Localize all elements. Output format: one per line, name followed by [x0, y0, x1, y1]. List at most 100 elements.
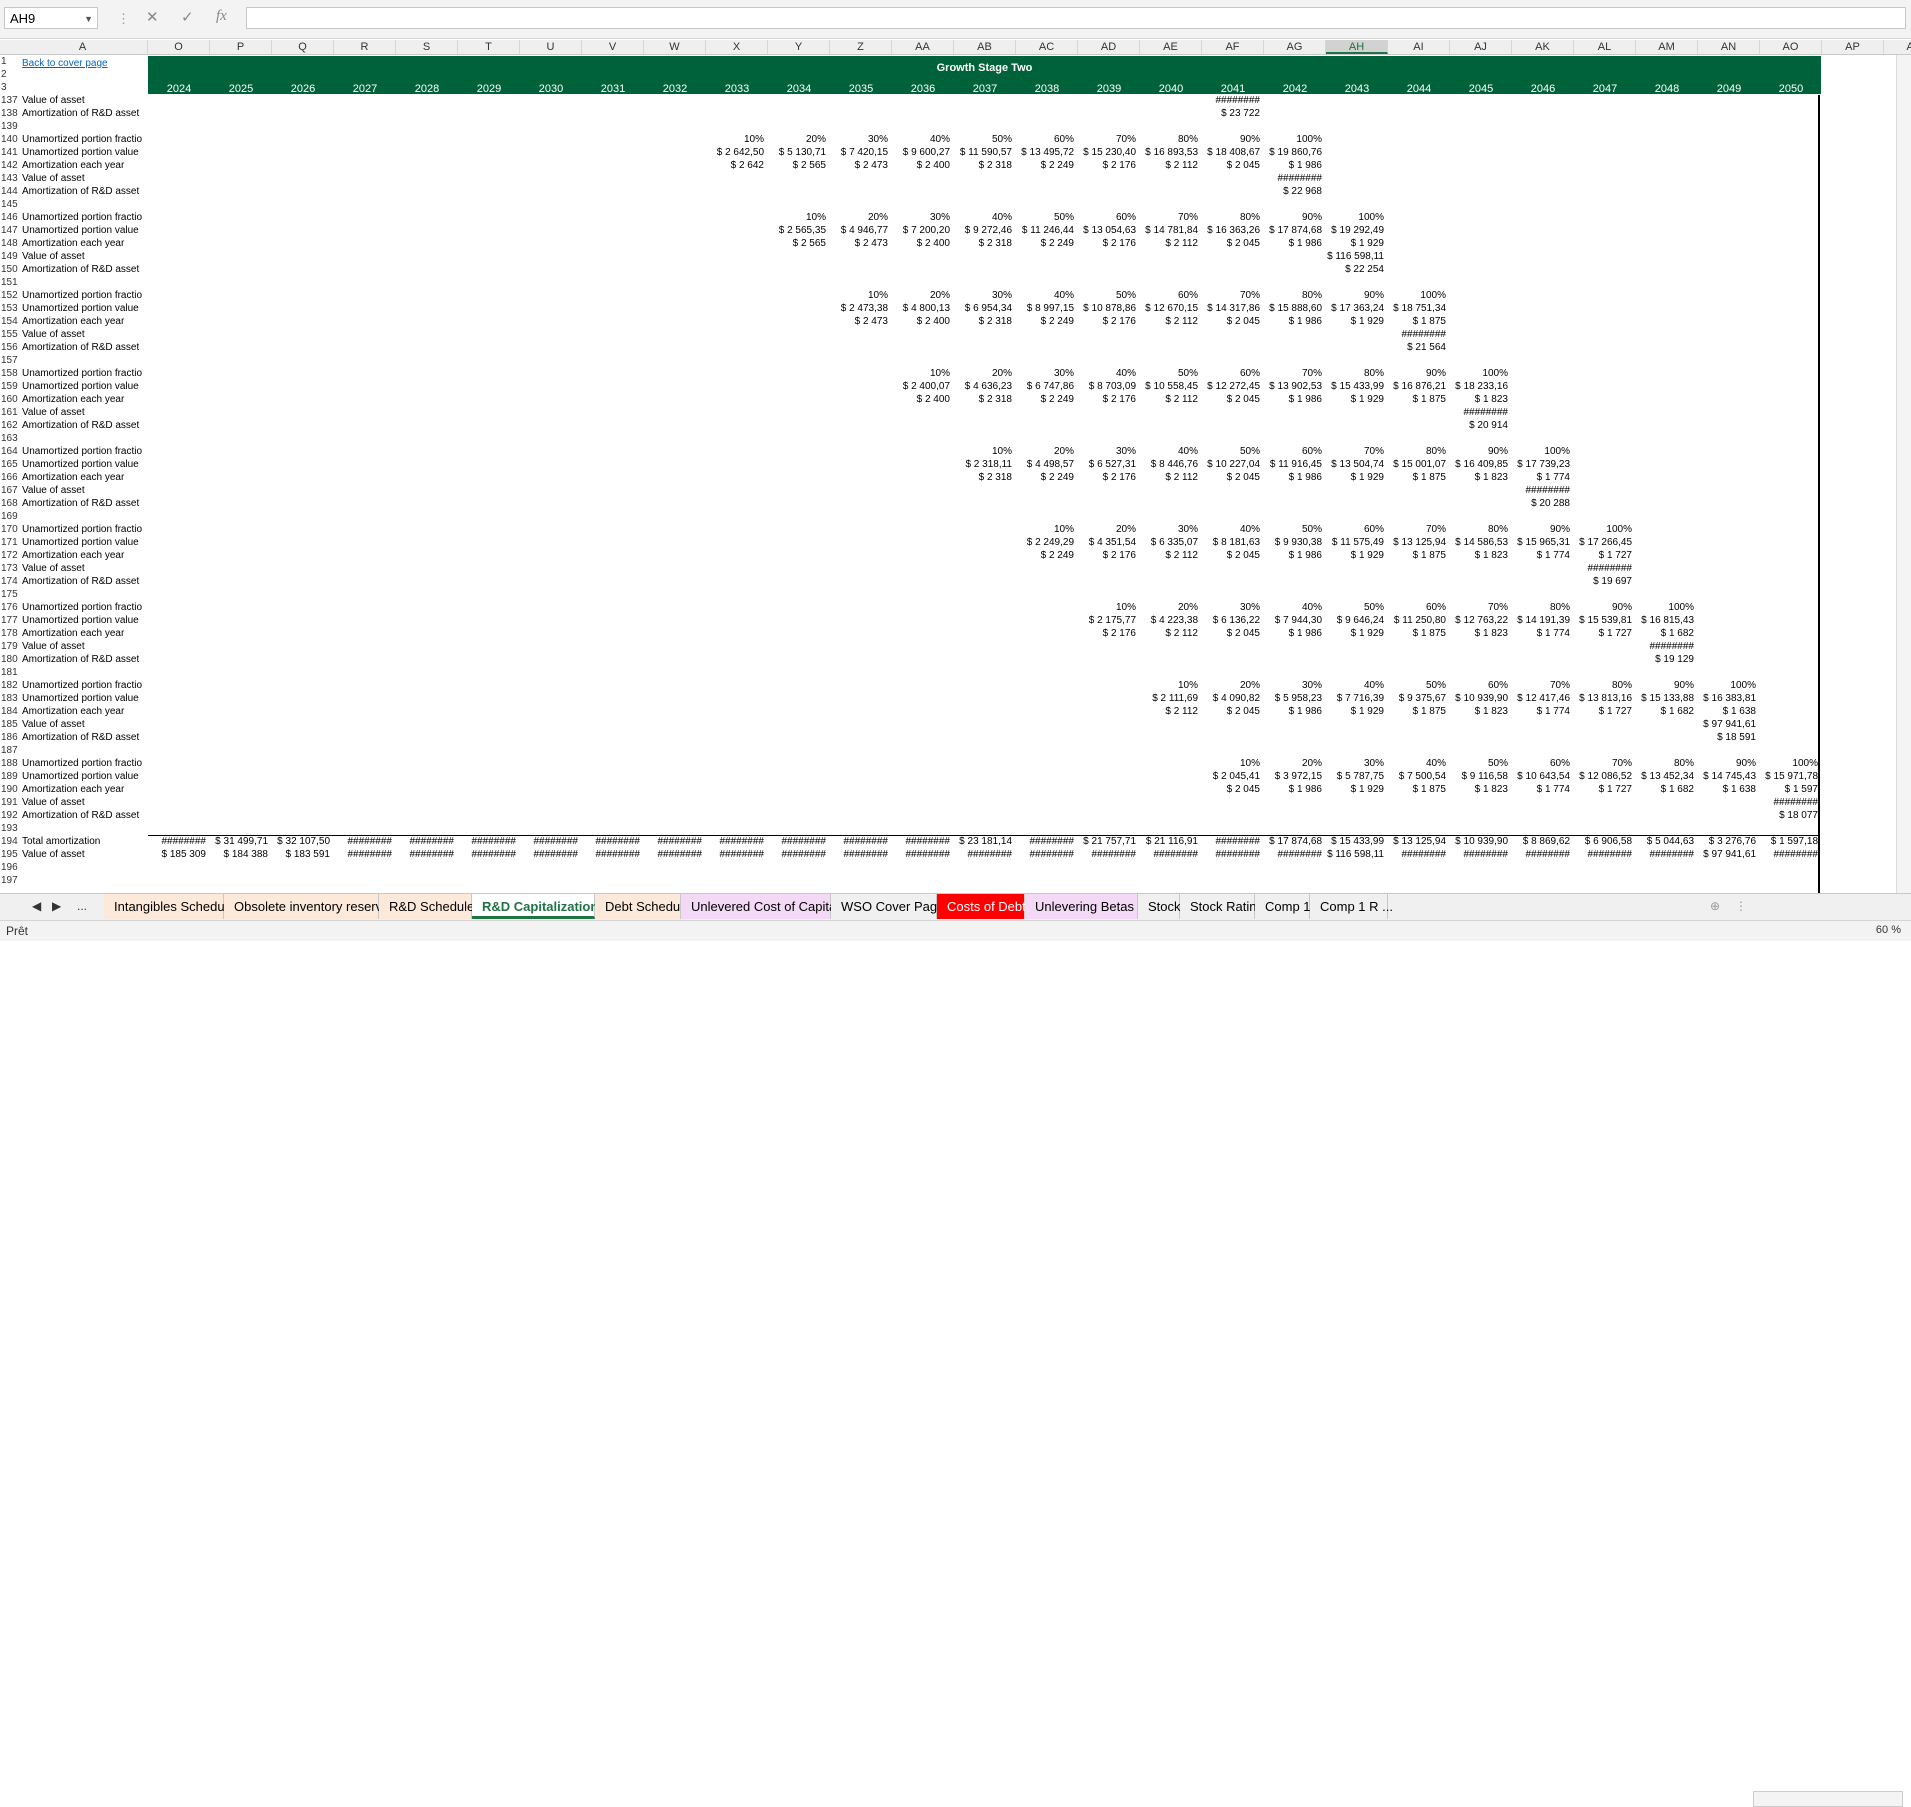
rd-amortization-cell[interactable]: $ 20 288 [1512, 497, 1570, 510]
fraction-cell[interactable]: 20% [830, 211, 888, 224]
amortization-cell[interactable]: $ 1 823 [1450, 705, 1508, 718]
column-header-AO[interactable]: AO [1760, 40, 1822, 54]
fraction-cell[interactable]: 100% [1760, 757, 1818, 770]
value-cell[interactable]: $ 4 946,77 [830, 224, 888, 237]
fraction-cell[interactable]: 30% [1016, 367, 1074, 380]
asset-value-cell[interactable]: ######## [1388, 328, 1447, 341]
value-cell[interactable]: $ 2 045,41 [1202, 770, 1260, 783]
fraction-cell[interactable]: 40% [1264, 601, 1322, 614]
rd-amortization-cell[interactable]: $ 19 129 [1636, 653, 1694, 666]
fraction-cell[interactable]: 50% [954, 133, 1012, 146]
value-cell[interactable]: $ 13 125,94 [1388, 536, 1446, 549]
value-cell[interactable]: $ 2 400,07 [892, 380, 950, 393]
value-cell[interactable]: $ 15 888,60 [1264, 302, 1322, 315]
value-cell[interactable]: $ 5 130,71 [768, 146, 826, 159]
value-cell[interactable]: $ 19 292,49 [1326, 224, 1384, 237]
fraction-cell[interactable]: 40% [954, 211, 1012, 224]
value-cell[interactable]: $ 15 001,07 [1388, 458, 1446, 471]
value-cell[interactable]: $ 9 600,27 [892, 146, 950, 159]
amortization-cell[interactable]: $ 1 875 [1388, 705, 1446, 718]
vertical-scrollbar[interactable] [1896, 55, 1911, 893]
amortization-cell[interactable]: $ 1 875 [1388, 549, 1446, 562]
total-value-cell[interactable]: ######## [830, 848, 889, 861]
prev-sheet-icon[interactable]: ◀ [32, 899, 41, 913]
row-number[interactable]: 185 [0, 718, 19, 731]
asset-value-cell[interactable]: ######## [1760, 796, 1819, 809]
value-cell[interactable]: $ 18 233,16 [1450, 380, 1508, 393]
amortization-cell[interactable]: $ 1 823 [1450, 549, 1508, 562]
amortization-cell[interactable]: $ 2 045 [1202, 159, 1260, 172]
amortization-cell[interactable]: $ 2 473 [830, 315, 888, 328]
amortization-cell[interactable]: $ 1 986 [1264, 705, 1322, 718]
value-cell[interactable]: $ 10 878,86 [1078, 302, 1136, 315]
value-cell[interactable]: $ 14 745,43 [1698, 770, 1756, 783]
total-amortization-cell[interactable]: ######## [1202, 835, 1261, 848]
total-value-cell[interactable]: ######## [1140, 848, 1199, 861]
value-cell[interactable]: $ 11 250,80 [1388, 614, 1446, 627]
value-cell[interactable]: $ 17 266,45 [1574, 536, 1632, 549]
fraction-cell[interactable]: 20% [768, 133, 826, 146]
fraction-cell[interactable]: 20% [1264, 757, 1322, 770]
sheet-tab[interactable]: WSO Cover Page [831, 894, 944, 919]
value-cell[interactable]: $ 7 200,20 [892, 224, 950, 237]
value-cell[interactable]: $ 5 958,23 [1264, 692, 1322, 705]
column-header-AE[interactable]: AE [1140, 40, 1202, 54]
row-number[interactable]: 140 [0, 133, 19, 146]
row-number[interactable]: 144 [0, 185, 19, 198]
column-header-AI[interactable]: AI [1388, 40, 1450, 54]
value-cell[interactable]: $ 6 527,31 [1078, 458, 1136, 471]
total-value-cell[interactable]: $ 97 941,61 [1698, 848, 1756, 861]
total-value-cell[interactable]: ######## [334, 848, 393, 861]
column-header-AF[interactable]: AF [1202, 40, 1264, 54]
fraction-cell[interactable]: 10% [706, 133, 764, 146]
fraction-cell[interactable]: 30% [1264, 679, 1322, 692]
row-number[interactable]: 154 [0, 315, 19, 328]
amortization-cell[interactable]: $ 1 929 [1326, 315, 1384, 328]
amortization-cell[interactable]: $ 2 045 [1202, 471, 1260, 484]
sheet-tab[interactable]: Comp 1 R ... [1310, 894, 1393, 919]
fraction-cell[interactable]: 60% [1388, 601, 1446, 614]
column-header-AP[interactable]: AP [1822, 40, 1884, 54]
row-number[interactable]: 151 [0, 276, 19, 289]
rd-amortization-cell[interactable]: $ 22 254 [1326, 263, 1384, 276]
value-cell[interactable]: $ 2 565,35 [768, 224, 826, 237]
fraction-cell[interactable]: 40% [1388, 757, 1446, 770]
amortization-cell[interactable]: $ 1 774 [1512, 471, 1570, 484]
row-number[interactable]: 189 [0, 770, 19, 783]
value-cell[interactable]: $ 16 876,21 [1388, 380, 1446, 393]
fraction-cell[interactable]: 10% [1140, 679, 1198, 692]
column-header-P[interactable]: P [210, 40, 272, 54]
amortization-cell[interactable]: $ 2 473 [830, 237, 888, 250]
fraction-cell[interactable]: 30% [954, 289, 1012, 302]
rd-amortization-cell[interactable]: $ 18 077 [1760, 809, 1818, 822]
amortization-cell[interactable]: $ 2 176 [1078, 159, 1136, 172]
fraction-cell[interactable]: 40% [1202, 523, 1260, 536]
total-amortization-cell[interactable]: $ 17 874,68 [1264, 835, 1322, 848]
value-cell[interactable]: $ 4 223,38 [1140, 614, 1198, 627]
amortization-cell[interactable]: $ 1 875 [1388, 471, 1446, 484]
row-number[interactable]: 173 [0, 562, 19, 575]
fraction-cell[interactable]: 60% [1326, 523, 1384, 536]
fraction-cell[interactable]: 90% [1574, 601, 1632, 614]
total-amortization-cell[interactable]: $ 1 597,18 [1760, 835, 1818, 848]
value-cell[interactable]: $ 4 636,23 [954, 380, 1012, 393]
total-amortization-cell[interactable]: ######## [706, 835, 765, 848]
fraction-cell[interactable]: 40% [1326, 679, 1384, 692]
column-header-S[interactable]: S [396, 40, 458, 54]
value-cell[interactable]: $ 5 787,75 [1326, 770, 1384, 783]
zoom-level[interactable]: 60 % [1876, 924, 1901, 936]
amortization-cell[interactable]: $ 1 986 [1264, 783, 1322, 796]
value-cell[interactable]: $ 18 408,67 [1202, 146, 1260, 159]
row-number[interactable]: 153 [0, 302, 19, 315]
amortization-cell[interactable]: $ 1 682 [1636, 705, 1694, 718]
row-number[interactable]: 180 [0, 653, 19, 666]
amortization-cell[interactable]: $ 1 774 [1512, 705, 1570, 718]
row-number[interactable]: 171 [0, 536, 19, 549]
amortization-cell[interactable]: $ 2 112 [1140, 471, 1198, 484]
value-cell[interactable]: $ 6 747,86 [1016, 380, 1074, 393]
value-cell[interactable]: $ 16 815,43 [1636, 614, 1694, 627]
worksheet-grid[interactable]: Growth Stage Two 2024 2025 2026 2027 2028 202… [0, 55, 1911, 893]
column-header-AB[interactable]: AB [954, 40, 1016, 54]
total-value-cell[interactable]: ######## [1760, 848, 1819, 861]
amortization-cell[interactable]: $ 1 823 [1450, 393, 1508, 406]
